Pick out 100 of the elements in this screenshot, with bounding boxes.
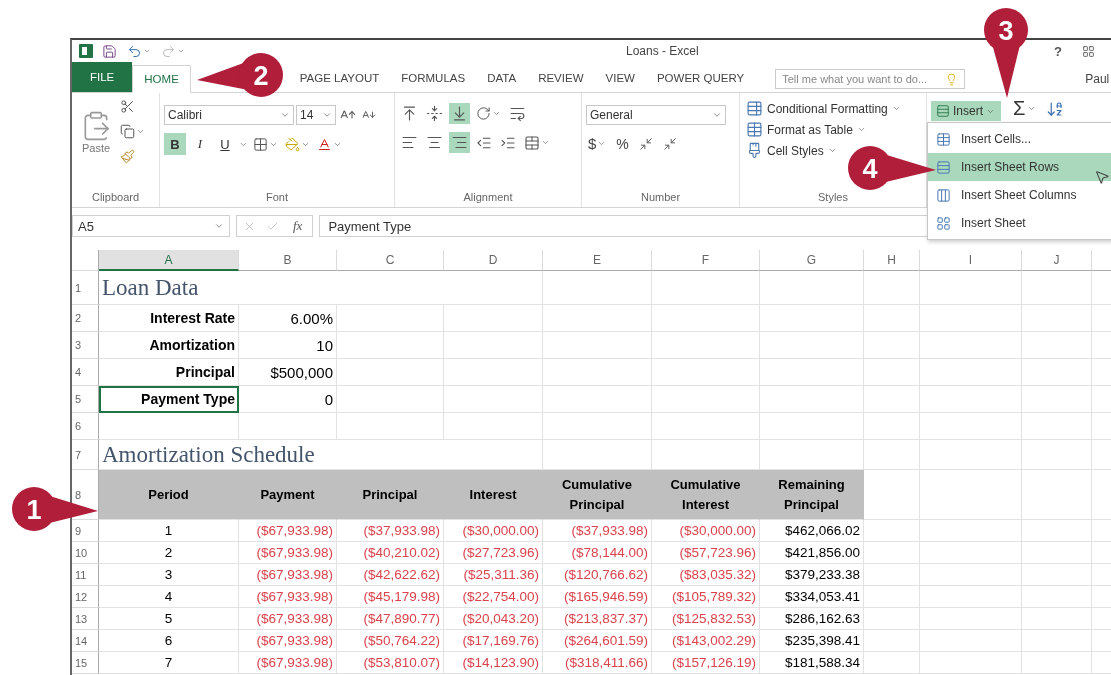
empty-cell[interactable] (920, 542, 1022, 564)
spreadsheet-cell[interactable]: 6.00% (239, 305, 337, 332)
spreadsheet-cell[interactable]: ($105,789.32) (652, 586, 760, 608)
empty-cell[interactable] (1022, 332, 1092, 359)
spreadsheet-cell[interactable]: 2 (99, 542, 239, 564)
empty-cell[interactable] (920, 564, 1022, 586)
empty-cell[interactable] (1022, 520, 1092, 542)
spreadsheet-cell[interactable]: ($67,933.98) (239, 652, 337, 674)
spreadsheet-cell[interactable]: Payment Type (99, 386, 239, 413)
styles-menu-button[interactable]: Format as Table (744, 120, 922, 139)
ribbon-tab[interactable]: PAGE LAYOUT (288, 64, 391, 92)
spreadsheet-cell[interactable]: $334,053.41 (760, 586, 864, 608)
font-size-field[interactable]: 14 (296, 105, 336, 125)
ribbon-tab[interactable]: FILE (72, 62, 133, 92)
spreadsheet-cell[interactable]: $379,233.38 (760, 564, 864, 586)
empty-cell[interactable] (920, 608, 1022, 630)
spreadsheet-cell[interactable]: ($30,000.00) (652, 520, 760, 542)
column-header[interactable]: D (444, 250, 543, 271)
empty-cell[interactable] (652, 359, 760, 386)
spreadsheet-cell[interactable]: ($213,837.37) (543, 608, 652, 630)
spreadsheet-cell[interactable]: ($165,946.59) (543, 586, 652, 608)
empty-cell[interactable] (920, 470, 1022, 520)
spreadsheet-cell[interactable]: ($50,764.22) (337, 630, 444, 652)
name-box[interactable]: A5 (72, 215, 230, 237)
empty-cell[interactable] (920, 413, 1022, 440)
empty-cell[interactable] (239, 413, 337, 440)
row-number[interactable]: 13 (72, 608, 99, 630)
percent-button[interactable]: % (614, 133, 631, 154)
spreadsheet-cell[interactable]: ($37,933.98) (337, 520, 444, 542)
column-header[interactable]: H (864, 250, 920, 271)
empty-cell[interactable] (1022, 305, 1092, 332)
empty-cell[interactable] (920, 652, 1022, 674)
spreadsheet-cell[interactable]: ($83,035.32) (652, 564, 760, 586)
empty-cell[interactable] (652, 332, 760, 359)
row-number[interactable]: 10 (72, 542, 99, 564)
spreadsheet-cell[interactable]: 3 (99, 564, 239, 586)
ribbon-tab[interactable]: VIEW (594, 64, 646, 92)
spreadsheet-cell[interactable]: Principal (99, 359, 239, 386)
column-header[interactable]: G (760, 250, 864, 271)
empty-cell[interactable] (920, 440, 1022, 470)
spreadsheet-cell[interactable]: ($57,723.96) (652, 542, 760, 564)
empty-cell[interactable] (760, 305, 864, 332)
empty-cell[interactable] (444, 413, 543, 440)
empty-cell[interactable] (760, 413, 864, 440)
empty-cell[interactable] (864, 413, 920, 440)
empty-cell[interactable] (920, 520, 1022, 542)
empty-cell[interactable] (1022, 359, 1092, 386)
row-number[interactable]: 2 (72, 305, 99, 332)
spreadsheet-cell[interactable]: ($67,933.98) (239, 542, 337, 564)
menu-item[interactable]: Insert Sheet Rows (928, 153, 1111, 181)
vertical-align-button[interactable] (449, 103, 470, 124)
spreadsheet-cell[interactable]: ($25,311.36) (444, 564, 543, 586)
spreadsheet-cell[interactable]: ($78,144.00) (543, 542, 652, 564)
spreadsheet-cell[interactable]: ($37,933.98) (543, 520, 652, 542)
empty-cell[interactable] (920, 586, 1022, 608)
styles-menu-button[interactable]: Conditional Formatting (744, 99, 922, 118)
spreadsheet-cell[interactable]: $500,000 (239, 359, 337, 386)
spreadsheet-cell[interactable]: 4 (99, 586, 239, 608)
empty-cell[interactable] (864, 271, 920, 305)
empty-cell[interactable] (652, 413, 760, 440)
spreadsheet-cell[interactable]: ($40,210.02) (337, 542, 444, 564)
empty-cell[interactable] (864, 386, 920, 413)
ribbon-tab[interactable]: HOME (132, 65, 191, 93)
spreadsheet-cell[interactable]: ($45,179.98) (337, 586, 444, 608)
spreadsheet-cell[interactable]: ($264,601.59) (543, 630, 652, 652)
row-number[interactable]: 11 (72, 564, 99, 586)
empty-cell[interactable] (543, 271, 652, 305)
spreadsheet-cell[interactable]: ($53,810.07) (337, 652, 444, 674)
empty-cell[interactable] (920, 386, 1022, 413)
ribbon-tab[interactable]: FORMULAS (390, 64, 477, 92)
empty-cell[interactable] (864, 359, 920, 386)
bold-button[interactable]: B (164, 133, 186, 155)
help-button[interactable]: ? (1054, 43, 1062, 59)
empty-cell[interactable] (337, 386, 444, 413)
spreadsheet-cell[interactable]: ($120,766.62) (543, 564, 652, 586)
empty-cell[interactable] (920, 271, 1022, 305)
column-header[interactable]: F (652, 250, 760, 271)
spreadsheet-cell[interactable]: ($67,933.98) (239, 586, 337, 608)
ribbon-tab[interactable]: REVIEW (527, 64, 595, 92)
spreadsheet-cell[interactable]: ($42,622.62) (337, 564, 444, 586)
spreadsheet-cell[interactable]: 10 (239, 332, 337, 359)
spreadsheet-cell[interactable]: ($27,723.96) (444, 542, 543, 564)
spreadsheet-cell[interactable]: $235,398.41 (760, 630, 864, 652)
empty-cell[interactable] (337, 413, 444, 440)
row-number[interactable]: 15 (72, 652, 99, 674)
spreadsheet-cell[interactable]: ($67,933.98) (239, 564, 337, 586)
spreadsheet-cell[interactable]: ($47,890.77) (337, 608, 444, 630)
empty-cell[interactable] (864, 608, 920, 630)
empty-cell[interactable] (920, 305, 1022, 332)
ribbon-tab[interactable]: POWER QUERY (645, 64, 756, 92)
underline-button[interactable]: U (214, 133, 236, 155)
spreadsheet-cell[interactable]: 1 (99, 520, 239, 542)
empty-cell[interactable] (652, 271, 760, 305)
empty-cell[interactable] (444, 332, 543, 359)
font-name-field[interactable]: Calibri (164, 105, 294, 125)
empty-cell[interactable] (1022, 386, 1092, 413)
spreadsheet-cell[interactable]: ($22,754.00) (444, 586, 543, 608)
empty-cell[interactable] (444, 305, 543, 332)
spreadsheet-cell[interactable]: ($30,000.00) (444, 520, 543, 542)
empty-cell[interactable] (99, 413, 239, 440)
